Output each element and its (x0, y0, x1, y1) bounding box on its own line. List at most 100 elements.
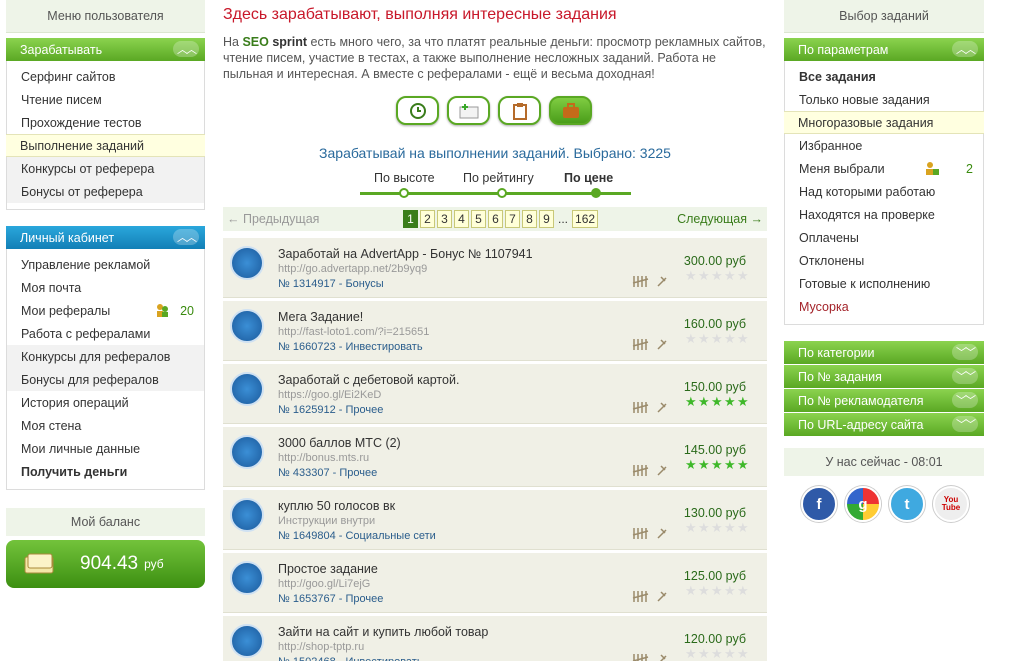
next-page-link[interactable]: Следующая → (677, 212, 763, 226)
menu-item-referral-contests[interactable]: Конкурсы для рефералов (7, 345, 204, 368)
prev-page-link[interactable]: ← Предыдущая (227, 212, 319, 226)
menu-item-my-referrals-label: Мои рефералы (21, 303, 111, 318)
sort-dot-rating[interactable] (497, 188, 507, 198)
twitter-icon[interactable]: t (889, 486, 925, 522)
menu-item-withdraw[interactable]: Получить деньги (7, 460, 204, 483)
task-title[interactable]: куплю 50 голосов вк (278, 499, 395, 513)
page-4[interactable]: 4 (454, 210, 469, 228)
balance-button[interactable]: 904.43 руб (6, 540, 205, 588)
page-7[interactable]: 7 (505, 210, 520, 228)
page-2[interactable]: 2 (420, 210, 435, 228)
menu-item-ads[interactable]: Управление рекламой (7, 253, 204, 276)
facebook-icon[interactable]: f (801, 486, 837, 522)
chevron-down-icon[interactable]: ﹀﹀ (952, 392, 978, 408)
task-row[interactable]: Простое задание http://goo.gl/Li7ejG № 165… (223, 553, 767, 613)
filter-new[interactable]: Только новые задания (785, 88, 983, 111)
sort-dot-height[interactable] (399, 188, 409, 198)
chevron-down-icon[interactable]: ﹀﹀ (952, 368, 978, 384)
filter-working[interactable]: Над которыми работаю (785, 180, 983, 203)
menu-item-personal-data[interactable]: Мои личные данные (7, 437, 204, 460)
task-title[interactable]: Зайти на сайт и купить любой товар (278, 625, 488, 639)
menu-item-tests[interactable]: Прохождение тестов (7, 111, 204, 134)
filter-favorites[interactable]: Избранное (785, 134, 983, 157)
chevron-down-icon[interactable]: ﹀﹀ (952, 344, 978, 360)
task-row[interactable]: Мега Задание! http://fast-loto1.com/?i=21… (223, 301, 767, 361)
task-meta[interactable]: № 1660723 - Инвестировать (278, 341, 423, 353)
filter-trash[interactable]: Мусорка (785, 295, 983, 318)
task-meta[interactable]: № 1502468 - Инвестировать (278, 656, 423, 661)
briefcase-tool-button[interactable] (549, 96, 592, 125)
rating-star-icon: ★ (724, 520, 736, 535)
task-title[interactable]: Заработай с дебетовой картой. (278, 373, 459, 387)
task-row[interactable]: Зайти на сайт и купить любой товар http:/… (223, 616, 767, 661)
page-1[interactable]: 1 (403, 210, 418, 228)
rating-star-icon: ★ (698, 394, 710, 409)
filter-rejected[interactable]: Отклонены (785, 249, 983, 272)
add-task-tool-button[interactable] (447, 96, 490, 125)
params-section-header[interactable]: По параметрам ︿︿ (784, 38, 984, 61)
filter-paid[interactable]: Оплачены (785, 226, 983, 249)
task-number-filter-header[interactable]: По № задания ﹀﹀ (784, 365, 984, 388)
task-meta[interactable]: № 1649804 - Социальные сети (278, 530, 436, 542)
rating-star-icon: ★ (698, 331, 710, 346)
menu-item-my-mail[interactable]: Моя почта (7, 276, 204, 299)
task-title[interactable]: Простое задание (278, 562, 378, 576)
task-row[interactable]: Заработай на AdvertApp - Бонус № 1107941… (223, 238, 767, 298)
task-rating: ★ ★ ★ ★ ★ (685, 268, 749, 283)
advertiser-number-filter-header[interactable]: По № рекламодателя ﹀﹀ (784, 389, 984, 412)
menu-item-surfing[interactable]: Серфинг сайтов (7, 65, 204, 88)
menu-item-referrer-contests[interactable]: Конкурсы от реферера (7, 157, 204, 180)
menu-item-wall[interactable]: Моя стена (7, 414, 204, 437)
task-title[interactable]: Мега Задание! (278, 310, 363, 324)
clock-tool-button[interactable] (396, 96, 439, 125)
page-8[interactable]: 8 (522, 210, 537, 228)
filter-reusable[interactable]: Многоразовые задания (784, 111, 984, 134)
sort-by-rating[interactable]: По рейтингу (463, 171, 534, 185)
youtube-icon[interactable]: You Tube (933, 486, 969, 522)
menu-item-history[interactable]: История операций (7, 391, 204, 414)
task-meta[interactable]: № 1314917 - Бонусы (278, 278, 384, 290)
menu-item-referrer-bonuses[interactable]: Бонусы от реферера (7, 180, 204, 203)
cabinet-section-header[interactable]: Личный кабинет ︿︿ (6, 226, 205, 249)
task-title[interactable]: Заработай на AdvertApp - Бонус № 1107941 (278, 247, 533, 261)
filter-all[interactable]: Все задания (785, 65, 983, 88)
clipboard-tool-button[interactable] (498, 96, 541, 125)
menu-item-mail[interactable]: Чтение писем (7, 88, 204, 111)
chevron-down-icon[interactable]: ﹀﹀ (952, 416, 978, 432)
briefcase-icon (562, 102, 579, 118)
earn-section-header[interactable]: Зарабатывать ︿︿ (6, 38, 205, 61)
chevron-up-icon[interactable]: ︿︿ (173, 229, 199, 245)
task-meta[interactable]: № 1625912 - Прочее (278, 404, 383, 416)
sort-by-price[interactable]: По цене (564, 171, 613, 185)
task-row[interactable]: 3000 баллов МТС (2) http://bonus.mts.ru № … (223, 427, 767, 487)
page-9[interactable]: 9 (539, 210, 554, 228)
online-now-title: У нас сейчас - 08:01 (784, 448, 984, 476)
chosen-count: 2 (966, 161, 973, 176)
task-price: 120.00 руб (683, 632, 746, 646)
page-5[interactable]: 5 (471, 210, 486, 228)
chevron-up-icon[interactable]: ︿︿ (952, 41, 978, 57)
task-title[interactable]: 3000 баллов МТС (2) (278, 436, 401, 450)
task-meta[interactable]: № 433307 - Прочее (278, 467, 377, 479)
filter-on-review[interactable]: Находятся на проверке (785, 203, 983, 226)
task-meta[interactable]: № 1653767 - Прочее (278, 593, 383, 605)
menu-item-tasks[interactable]: Выполнение заданий (6, 134, 205, 157)
rating-star-icon: ★ (711, 520, 723, 535)
category-filter-header[interactable]: По категории ﹀﹀ (784, 341, 984, 364)
sort-dot-price[interactable] (591, 188, 601, 198)
page-162[interactable]: 162 (572, 210, 599, 228)
page-6[interactable]: 6 (488, 210, 503, 228)
menu-item-referral-bonuses[interactable]: Бонусы для рефералов (7, 368, 204, 391)
sort-by-height[interactable]: По высоте (374, 171, 435, 185)
menu-item-my-referrals[interactable]: Мои рефералы 20 (7, 299, 204, 322)
task-row[interactable]: куплю 50 голосов вк Инструкции внутри № 16… (223, 490, 767, 550)
filter-ready[interactable]: Готовые к исполнению (785, 272, 983, 295)
task-row[interactable]: Заработай с дебетовой картой. https://goo… (223, 364, 767, 424)
menu-item-referral-work[interactable]: Работа с рефералами (7, 322, 204, 345)
chevron-up-icon[interactable]: ︿︿ (173, 41, 199, 57)
page-3[interactable]: 3 (437, 210, 452, 228)
rating-star-icon: ★ (711, 268, 723, 283)
google-icon[interactable]: g (845, 486, 881, 522)
filter-chose-me[interactable]: Меня выбрали 2 (785, 157, 983, 180)
url-filter-header[interactable]: По URL-адресу сайта ﹀﹀ (784, 413, 984, 436)
